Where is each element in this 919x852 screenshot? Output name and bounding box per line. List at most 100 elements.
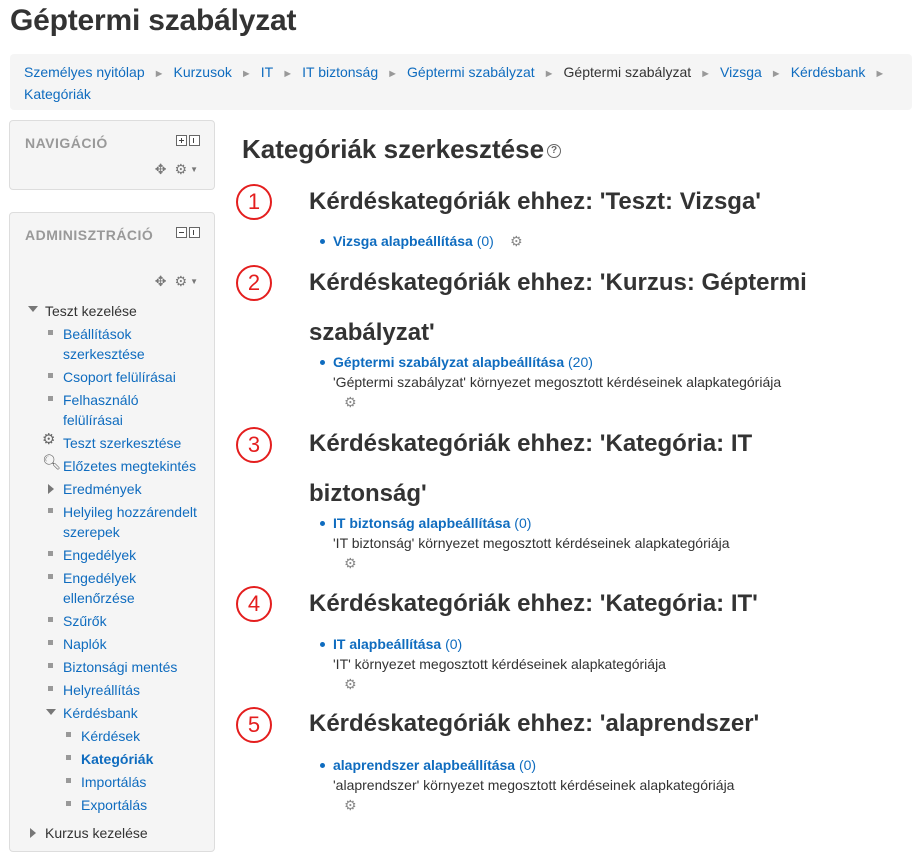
gear-icon[interactable]: ⚙ xyxy=(344,555,357,572)
caret-down-icon[interactable]: ▼ xyxy=(190,165,198,174)
section-title: Kérdéskategóriák ehhez: 'alaprendszer' xyxy=(309,710,760,737)
tree-item-restore[interactable]: Helyreállítás xyxy=(63,680,140,700)
breadcrumb-separator-icon: ► xyxy=(387,68,399,80)
gear-icon[interactable]: ⚙ xyxy=(175,161,188,178)
tree-item-export[interactable]: Exportálás xyxy=(81,795,147,815)
tree-item-course-admin[interactable]: Kurzus kezelése xyxy=(45,823,148,843)
administration-block: ADMINISZTRÁCIÓ ✥ ⚙ ▼ Teszt kezelése Beáll… xyxy=(9,212,215,852)
tree-item-check-permissions[interactable]: Engedélyek ellenőrzése xyxy=(63,568,163,608)
section-title: Kérdéskategóriák ehhez: 'Kategória: IT b… xyxy=(309,430,753,507)
bullet-icon xyxy=(48,373,53,378)
tree-item-question-bank[interactable]: Kérdésbank xyxy=(63,703,138,723)
dock-icon[interactable] xyxy=(189,227,200,238)
category-description: 'IT biztonság' környezet megosztott kérd… xyxy=(333,535,730,551)
tree-item-categories[interactable]: Kategóriák xyxy=(81,749,153,769)
category-link[interactable]: IT alapbeállítása xyxy=(333,636,441,652)
gear-icon[interactable]: ⚙ xyxy=(175,273,188,290)
tree-item-logs[interactable]: Naplók xyxy=(63,634,107,654)
tree-item-user-overrides[interactable]: Felhasználó felülírásai xyxy=(63,390,163,430)
annotation-number-4: 4 xyxy=(236,586,272,622)
block-tools: ✥ ⚙ ▼ xyxy=(155,273,198,290)
move-icon[interactable]: ✥ xyxy=(155,273,167,290)
gear-icon: ⚙ xyxy=(42,431,56,448)
tree-item-local-roles[interactable]: Helyileg hozzárendelt szerepek xyxy=(63,502,213,542)
annotation-number-5: 5 xyxy=(236,707,272,743)
bullet-icon xyxy=(320,521,325,526)
category-item: IT biztonság alapbeállítása (0) xyxy=(320,513,880,533)
gear-icon[interactable]: ⚙ xyxy=(510,233,523,250)
tree-item-import[interactable]: Importálás xyxy=(81,772,146,792)
navigation-block-title: NAVIGÁCIÓ xyxy=(25,135,108,151)
gear-icon[interactable]: ⚙ xyxy=(344,797,357,814)
bullet-icon xyxy=(66,801,71,806)
tree-item-permissions[interactable]: Engedélyek xyxy=(63,545,136,565)
section-title: Kérdéskategóriák ehhez: 'Kurzus: Gépterm… xyxy=(309,269,807,346)
breadcrumb-courses[interactable]: Kurzusok xyxy=(174,64,232,80)
caret-down-icon[interactable]: ▼ xyxy=(190,277,198,286)
help-icon[interactable]: ? xyxy=(547,144,562,159)
breadcrumb-home[interactable]: Személyes nyitólap xyxy=(24,64,145,80)
breadcrumb-categories[interactable]: Kategóriák xyxy=(24,86,91,102)
question-count: (0) xyxy=(518,757,537,773)
tree-item-results[interactable]: Eredmények xyxy=(63,479,142,499)
tree-item-filters[interactable]: Szűrők xyxy=(63,611,107,631)
main-heading-text: Kategóriák szerkesztése xyxy=(242,134,545,164)
bullet-icon xyxy=(320,763,325,768)
category-description: 'alaprendszer' környezet megosztott kérd… xyxy=(333,777,735,793)
breadcrumb-course-link[interactable]: Géptermi szabályzat xyxy=(407,64,535,80)
section-title: Kérdéskategóriák ehhez: 'Kategória: IT' xyxy=(309,590,758,617)
dock-icon[interactable] xyxy=(189,135,200,146)
tree-item-group-overrides[interactable]: Csoport felülírásai xyxy=(63,367,176,387)
breadcrumb-question-bank[interactable]: Kérdésbank xyxy=(791,64,866,80)
gear-icon[interactable]: ⚙ xyxy=(344,394,357,411)
collapse-icon[interactable] xyxy=(176,227,187,238)
magnifier-icon: 🔍︎ xyxy=(42,454,62,471)
administration-block-title: ADMINISZTRÁCIÓ xyxy=(25,227,154,243)
category-link[interactable]: Vizsga alapbeállítása xyxy=(333,233,473,249)
expanded-triangle-icon[interactable] xyxy=(28,306,38,312)
bullet-icon xyxy=(320,360,325,365)
breadcrumb-separator-icon: ► xyxy=(770,68,782,80)
tree-item-edit-quiz[interactable]: Teszt szerkesztése xyxy=(63,433,181,453)
breadcrumb-separator-icon: ► xyxy=(543,68,555,80)
question-count: (0) xyxy=(514,515,532,531)
annotation-number-1: 1 xyxy=(236,184,272,220)
section-title: Kérdéskategóriák ehhez: 'Teszt: Vizsga' xyxy=(309,188,762,215)
bullet-icon xyxy=(66,732,71,737)
block-tools: ✥ ⚙ ▼ xyxy=(155,161,198,178)
category-description: 'IT' környezet megosztott kérdéseinek al… xyxy=(333,656,666,672)
breadcrumb-it-security[interactable]: IT biztonság xyxy=(302,64,378,80)
bullet-icon xyxy=(320,642,325,647)
collapsed-triangle-icon[interactable] xyxy=(30,828,36,838)
collapsed-triangle-icon[interactable] xyxy=(48,484,54,494)
block-controls xyxy=(176,135,200,146)
page-title: Géptermi szabályzat xyxy=(10,4,297,37)
category-item: Géptermi szabályzat alapbeállítása (20) xyxy=(320,352,880,372)
breadcrumb-separator-icon: ► xyxy=(700,68,712,80)
breadcrumb-separator-icon: ► xyxy=(153,68,165,80)
category-link[interactable]: Géptermi szabályzat alapbeállítása xyxy=(333,354,564,370)
bullet-icon xyxy=(48,663,53,668)
breadcrumb-it[interactable]: IT xyxy=(261,64,273,80)
annotation-number-3: 3 xyxy=(236,427,272,463)
category-link[interactable]: IT biztonság alapbeállítása xyxy=(333,515,510,531)
bullet-icon xyxy=(48,551,53,556)
bullet-icon xyxy=(66,755,71,760)
move-icon[interactable]: ✥ xyxy=(155,161,167,178)
category-item: IT alapbeállítása (0) xyxy=(320,634,880,654)
tree-item-preview[interactable]: Előzetes megtekintés xyxy=(63,456,196,476)
expand-icon[interactable] xyxy=(176,135,187,146)
tree-item-backup[interactable]: Biztonsági mentés xyxy=(63,657,177,677)
bullet-icon xyxy=(66,778,71,783)
bullet-icon xyxy=(48,396,53,401)
tree-item-quiz-admin[interactable]: Teszt kezelése xyxy=(45,301,137,321)
bullet-icon xyxy=(48,574,53,579)
tree-item-edit-settings[interactable]: Beállítások szerkesztése xyxy=(63,324,193,364)
tree-item-questions[interactable]: Kérdések xyxy=(81,726,140,746)
category-link[interactable]: alaprendszer alapbeállítása xyxy=(333,757,515,773)
bullet-icon xyxy=(48,508,53,513)
gear-icon[interactable]: ⚙ xyxy=(344,676,357,693)
expanded-triangle-icon[interactable] xyxy=(46,709,56,715)
breadcrumb-exam[interactable]: Vizsga xyxy=(720,64,762,80)
breadcrumb-separator-icon: ► xyxy=(282,68,294,80)
